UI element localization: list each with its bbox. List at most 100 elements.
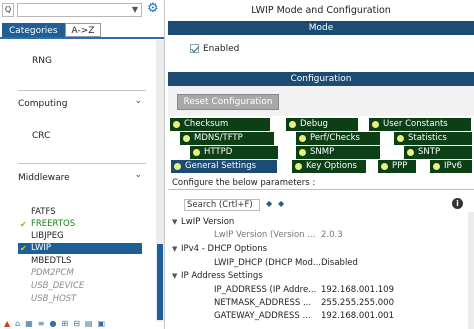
tab-statistics[interactable]: Statistics: [394, 132, 472, 145]
info-icon[interactable]: i: [452, 198, 463, 209]
param-name[interactable]: NETMASK_ADDRESS ...: [214, 298, 311, 309]
user-icon[interactable]: ●: [50, 318, 57, 329]
param-name[interactable]: LWIP_DHCP (DHCP Mod...: [214, 258, 321, 269]
category-middleware[interactable]: Middleware: [18, 173, 70, 184]
tab-underline: [0, 37, 164, 39]
status-dot: [397, 135, 404, 142]
status-dot: [173, 121, 180, 128]
enabled-checkbox[interactable]: [190, 44, 199, 53]
tab-label: PPP: [392, 161, 408, 171]
pin-icon[interactable]: ⌂: [15, 318, 20, 329]
list-item-label: LWIP: [31, 243, 51, 253]
list-item-fatfs[interactable]: FATFS: [18, 207, 142, 218]
param-value: 2.0.3: [321, 230, 343, 240]
tab-snmp[interactable]: SNMP: [296, 146, 380, 159]
left-panel: Q ▼ ⚙ Categories A->Z RNG Computing ⌄ CR…: [0, 0, 165, 329]
list-icon[interactable]: ≡: [38, 318, 45, 329]
warning-icon[interactable]: ▲: [4, 318, 10, 329]
chevron-icon[interactable]: ⌄: [134, 96, 142, 106]
param-name: LwIP Version (Version ...: [214, 230, 316, 240]
list-item-freertos[interactable]: ✔ FREERTOS: [18, 219, 142, 230]
panel-title: LWIP Mode and Configuration: [251, 5, 391, 16]
list-item-pdm2pcm[interactable]: PDM2PCM: [18, 268, 142, 279]
configure-label: Configure the below parameters :: [172, 178, 316, 188]
tree-item-rng[interactable]: RNG: [32, 56, 52, 67]
tab-mdns-tftp[interactable]: MDNS/TFTP: [180, 132, 274, 145]
arrow-down-icon[interactable]: ◆: [278, 199, 284, 208]
layout-icon[interactable]: ▤: [85, 318, 93, 329]
tab-label: IPv6: [444, 161, 463, 171]
group-ip-address-settings[interactable]: ▼ IP Address Settings: [172, 271, 263, 282]
collapse-icon[interactable]: ▼: [172, 217, 181, 228]
divider: [18, 163, 146, 164]
list-item-libjpeg[interactable]: LIBJPEG: [18, 231, 142, 242]
tab-key-options[interactable]: Key Options: [292, 160, 366, 173]
status-dot: [433, 163, 440, 170]
param-name[interactable]: GATEWAY_ADDRESS ...: [214, 311, 311, 322]
configuration-header: Configuration: [168, 72, 474, 86]
parameter-search-input[interactable]: Search (Crtl+F): [184, 199, 260, 211]
divider: [18, 90, 146, 91]
collapse-icon[interactable]: ▼: [172, 271, 181, 282]
tab-user-constants[interactable]: User Constants: [369, 118, 471, 131]
tab-ppp[interactable]: PPP: [378, 160, 416, 173]
category-computing[interactable]: Computing: [18, 99, 67, 110]
status-dot: [299, 149, 306, 156]
param-value[interactable]: 255.255.255.000: [321, 298, 394, 309]
param-name[interactable]: IP_ADDRESS (IP Addre...: [214, 285, 316, 296]
reset-configuration-button[interactable]: Reset Configuration: [177, 94, 279, 110]
tab-httpd[interactable]: HTTPD: [190, 146, 278, 159]
tab-label: SNMP: [310, 147, 335, 157]
tab-label: Checksum: [184, 119, 229, 129]
status-dot: [407, 149, 414, 156]
tab-categories[interactable]: Categories: [2, 23, 65, 37]
left-scrollbar-thumb[interactable]: [157, 244, 163, 320]
group-lwip-version[interactable]: ▼ LwIP Version: [172, 217, 234, 228]
export-icon[interactable]: ▣: [97, 318, 105, 329]
chevron-down-icon[interactable]: ▼: [132, 5, 138, 14]
tab-label: General Settings: [185, 161, 257, 171]
tab-label: User Constants: [383, 119, 448, 129]
chip-icon[interactable]: ▦: [25, 318, 33, 329]
gear-icon[interactable]: ⚙: [147, 1, 159, 17]
tab-debug[interactable]: Debug: [286, 118, 358, 131]
mode-header: Mode: [168, 21, 474, 35]
tab-a-z[interactable]: A->Z: [64, 23, 102, 37]
tab-general-settings[interactable]: General Settings: [171, 160, 277, 173]
chevron-icon[interactable]: ⌄: [134, 170, 142, 180]
enabled-label: Enabled: [203, 44, 240, 54]
group-dhcp-options[interactable]: ▼ IPv4 - DHCP Options: [172, 244, 267, 255]
tab-label: Key Options: [306, 161, 357, 171]
group-title: IPv4 - DHCP Options: [181, 244, 268, 254]
arrow-up-icon[interactable]: ◆: [266, 199, 272, 208]
param-value[interactable]: 192.168.001.001: [321, 311, 394, 322]
category-tabs: Categories A->Z: [2, 23, 102, 37]
tab-sntp[interactable]: SNTP: [404, 146, 472, 159]
tree-item-crc[interactable]: CRC: [32, 131, 50, 142]
list-item-mbedtls[interactable]: MBEDTLS: [18, 256, 142, 267]
tab-label: MDNS/TFTP: [194, 133, 243, 143]
list-item-usb-host[interactable]: USB_HOST: [18, 294, 142, 305]
tab-label: Statistics: [408, 133, 447, 143]
collapse-icon[interactable]: ▼: [172, 244, 181, 255]
tab-label: Perf/Checks: [310, 133, 360, 143]
list-item-label: LIBJPEG: [31, 231, 64, 241]
right-scrollbar[interactable]: [468, 212, 474, 329]
status-dot: [381, 163, 388, 170]
tab-checksum[interactable]: Checksum: [170, 118, 270, 131]
filter-combobox[interactable]: ▼: [17, 3, 142, 17]
search-icon[interactable]: Q: [2, 3, 14, 17]
check-icon: ✔: [20, 220, 27, 229]
param-value[interactable]: 192.168.001.109: [321, 285, 394, 296]
status-dot: [183, 135, 190, 142]
list-item-label: MBEDTLS: [31, 256, 72, 266]
tab-perf-checks[interactable]: Perf/Checks: [296, 132, 380, 145]
param-value[interactable]: Disabled: [321, 258, 358, 269]
list-item-label: FATFS: [31, 207, 56, 217]
filter-icon[interactable]: ⊟: [73, 318, 80, 329]
tab-ipv6[interactable]: IPv6: [430, 160, 472, 173]
grid-icon[interactable]: ⊞: [61, 318, 68, 329]
list-item-lwip[interactable]: ✔ LWIP: [18, 243, 142, 254]
right-panel: LWIP Mode and Configuration Mode Enabled…: [168, 0, 474, 329]
list-item-usb-device[interactable]: USB_DEVICE: [18, 281, 142, 292]
